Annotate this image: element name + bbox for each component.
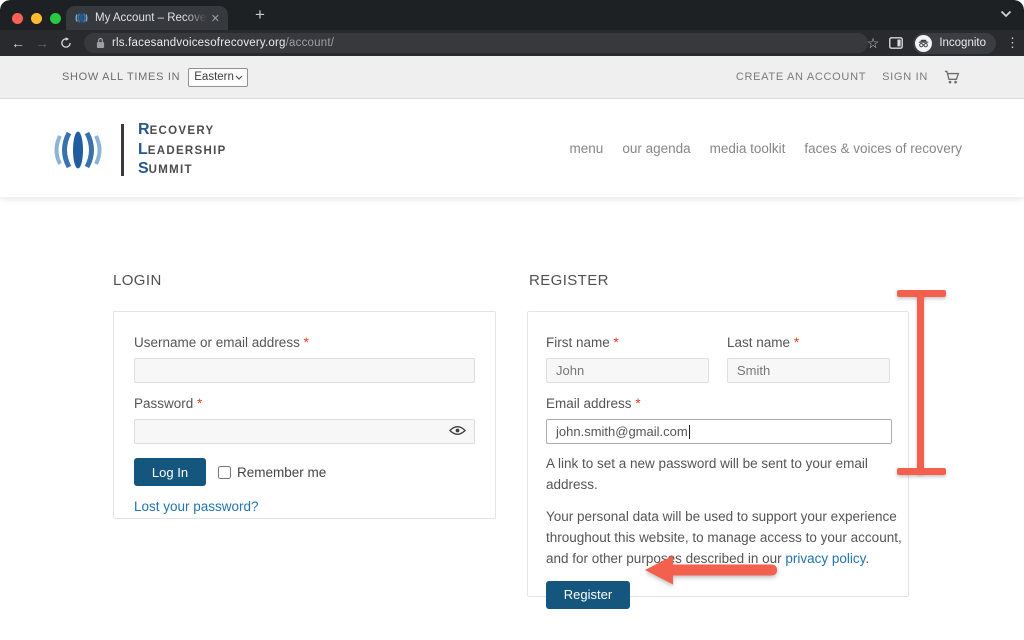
close-tab-icon[interactable]: ✕ — [211, 12, 220, 25]
login-heading: LOGIN — [113, 272, 162, 289]
required-asterisk: * — [197, 396, 202, 411]
toolbar-actions: ☆ Incognito ⋮ — [867, 30, 1016, 56]
register-heading: REGISTER — [529, 272, 609, 289]
sign-in-link[interactable]: SIGN IN — [882, 71, 928, 83]
browser-toolbar: ← → rls.facesandvoicesofrecovery.org/acc… — [0, 30, 1024, 56]
logo-divider — [121, 124, 124, 176]
incognito-icon — [915, 35, 932, 52]
account-links: CREATE AN ACCOUNT SIGN IN — [736, 56, 960, 98]
remember-me-checkbox[interactable] — [218, 466, 231, 479]
last-name-input[interactable] — [727, 358, 890, 383]
register-button[interactable]: Register — [546, 581, 630, 609]
new-tab-button[interactable]: + — [248, 3, 272, 27]
logo-line-initial: L — [138, 141, 148, 158]
back-button[interactable]: ← — [6, 30, 30, 56]
chevron-down-icon — [235, 75, 243, 80]
minimize-window-button[interactable] — [31, 13, 42, 24]
url-domain: rls.facesandvoicesofrecovery.org — [112, 37, 286, 49]
timezone-value: Eastern — [194, 71, 234, 83]
main-nav: menu our agenda media toolkit faces & vo… — [570, 99, 962, 197]
browser-menu-icon[interactable]: ⋮ — [1006, 35, 1016, 51]
nav-item-our-agenda[interactable]: our agenda — [622, 141, 690, 156]
nav-item-media-toolkit[interactable]: media toolkit — [710, 141, 786, 156]
close-window-button[interactable] — [12, 13, 23, 24]
address-bar[interactable]: rls.facesandvoicesofrecovery.org/account… — [84, 33, 868, 53]
url-text: rls.facesandvoicesofrecovery.org/account… — [112, 37, 334, 49]
browser-window: My Account – Recovery Leader ✕ + ← → rls… — [0, 0, 1024, 640]
text-cursor — [689, 425, 690, 439]
required-asterisk: * — [794, 335, 799, 350]
required-asterisk: * — [635, 396, 640, 411]
last-name-label-text: Last name — [727, 335, 790, 350]
logo-text: RECOVERY LEADERSHIP SUMMIT — [138, 121, 227, 180]
privacy-note-suffix: . — [865, 551, 869, 566]
email-label-text: Email address — [546, 396, 632, 411]
reload-icon — [60, 37, 72, 49]
create-account-link[interactable]: CREATE AN ACCOUNT — [736, 71, 866, 83]
logo-line-rest: UMMIT — [149, 164, 193, 176]
show-password-icon[interactable] — [449, 425, 466, 436]
annotation-ibeam-line — [917, 293, 924, 473]
lost-password-link[interactable]: Lost your password? — [134, 499, 259, 514]
remember-me: Remember me — [218, 465, 326, 480]
annotation-ibeam-bottom-cap — [897, 468, 946, 475]
site-favicon-icon — [74, 11, 88, 25]
bookmark-star-icon[interactable]: ☆ — [867, 35, 880, 52]
first-name-input[interactable] — [546, 358, 709, 383]
window-controls — [12, 13, 61, 24]
password-label-text: Password — [134, 396, 193, 411]
required-asterisk: * — [614, 335, 619, 350]
login-card: Username or email address * Password * L… — [113, 311, 496, 519]
email-input[interactable]: john.smith@gmail.com — [546, 419, 892, 444]
email-value: john.smith@gmail.com — [556, 424, 688, 439]
tab-title: My Account – Recovery Leader — [95, 12, 207, 24]
url-path: /account/ — [286, 37, 334, 49]
lock-icon[interactable] — [96, 37, 105, 49]
privacy-policy-link[interactable]: privacy policy — [785, 551, 865, 566]
log-in-button[interactable]: Log In — [134, 458, 206, 486]
remember-me-label: Remember me — [237, 465, 326, 480]
nav-item-faces-voices[interactable]: faces & voices of recovery — [804, 141, 962, 156]
show-times-label: SHOW ALL TIMES IN — [62, 71, 180, 83]
site-utility-bar: SHOW ALL TIMES IN Eastern CREATE AN ACCO… — [0, 56, 1024, 99]
zoom-window-button[interactable] — [50, 13, 61, 24]
site-logo[interactable]: RECOVERY LEADERSHIP SUMMIT — [50, 121, 227, 180]
timezone-select[interactable]: Eastern — [188, 68, 248, 87]
username-label-text: Username or email address — [134, 335, 300, 350]
required-asterisk: * — [304, 335, 309, 350]
nav-item-menu[interactable]: menu — [570, 141, 604, 156]
timezone-control: SHOW ALL TIMES IN Eastern — [62, 56, 248, 98]
logo-mark-icon — [50, 127, 106, 173]
cart-icon[interactable] — [944, 70, 960, 85]
first-name-label: First name * — [546, 335, 709, 350]
logo-line-initial: R — [138, 121, 150, 138]
incognito-label: Incognito — [939, 37, 986, 49]
site-header: RECOVERY LEADERSHIP SUMMIT menu our agen… — [0, 99, 1024, 197]
incognito-badge: Incognito — [913, 33, 996, 54]
forward-button: → — [30, 30, 54, 56]
last-name-label: Last name * — [727, 335, 890, 350]
tab-strip: My Account – Recovery Leader ✕ + — [0, 0, 1024, 30]
first-name-label-text: First name — [546, 335, 610, 350]
annotation-arrow-icon — [638, 551, 783, 589]
email-label: Email address * — [546, 396, 890, 411]
browser-tab[interactable]: My Account – Recovery Leader ✕ — [66, 6, 228, 30]
password-note: A link to set a new password will be sen… — [546, 454, 904, 496]
tab-search-chevron-icon[interactable] — [1000, 10, 1012, 18]
logo-line-rest: ECOVERY — [150, 125, 215, 137]
side-panel-icon[interactable] — [889, 37, 903, 49]
reload-button[interactable] — [54, 30, 78, 56]
username-input[interactable] — [134, 358, 475, 383]
logo-line-initial: S — [138, 160, 149, 177]
username-label: Username or email address * — [134, 335, 475, 350]
password-label: Password * — [134, 396, 475, 411]
password-input[interactable] — [134, 419, 475, 444]
logo-line-rest: EADERSHIP — [148, 145, 227, 157]
